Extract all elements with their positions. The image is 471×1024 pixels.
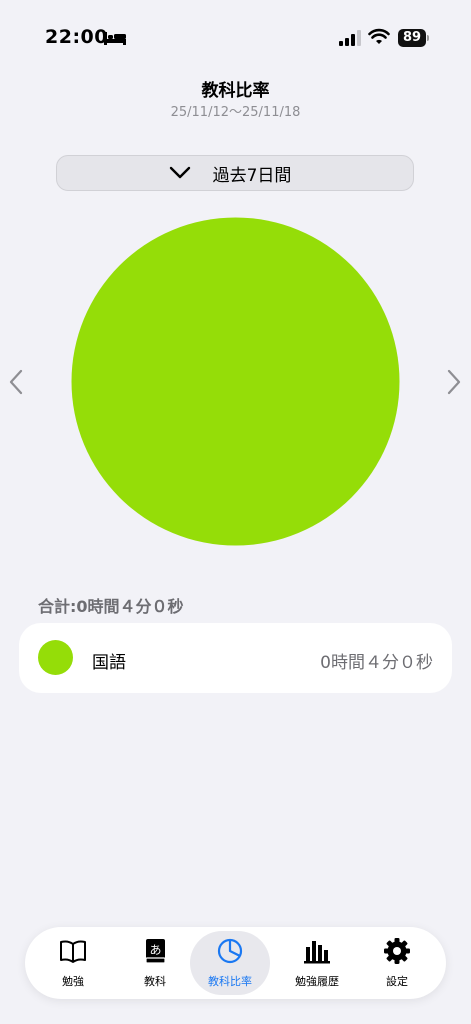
subject-time: 0時間４分０秒: [320, 653, 433, 673]
bar-chart-icon: [304, 941, 330, 964]
chevron-right-icon[interactable]: [444, 368, 464, 396]
battery-indicator: 89: [398, 29, 426, 47]
tab-subject-ratio[interactable]: 教科比率: [190, 931, 270, 995]
status-bar: 22:00 89: [0, 0, 471, 60]
status-time: 22:00: [45, 26, 108, 48]
legend-row[interactable]: 国語 0時間４分０秒: [19, 623, 452, 693]
book-icon: [60, 940, 86, 963]
chevron-down-icon: [169, 166, 190, 179]
signal-icon: [339, 30, 361, 46]
tab-bar: 勉強 あ 教科 教科比率 勉強履歴 設定: [25, 927, 446, 999]
subject-book-icon: あ: [145, 939, 166, 964]
subject-color-dot: [38, 640, 73, 675]
tab-subjects[interactable]: あ 教科: [115, 927, 195, 999]
period-selector[interactable]: 過去7日間: [56, 155, 414, 191]
subject-name: 国語: [92, 653, 126, 673]
pie-chart-icon: [217, 938, 243, 964]
bed-icon: [104, 32, 126, 45]
tab-label: 設定: [386, 975, 408, 988]
tab-label: 教科: [144, 975, 166, 988]
total-time: 合計:0時間４分０秒: [38, 597, 184, 616]
tab-study[interactable]: 勉強: [33, 927, 113, 999]
period-label: 過去7日間: [212, 165, 292, 186]
pie-chart: [71, 217, 400, 546]
tab-label: 勉強: [62, 975, 84, 988]
tab-label: 教科比率: [208, 975, 252, 988]
tab-settings[interactable]: 設定: [357, 927, 437, 999]
chevron-left-icon[interactable]: [6, 368, 26, 396]
tab-history[interactable]: 勉強履歴: [277, 927, 357, 999]
svg-text:あ: あ: [149, 943, 161, 957]
pie-slice: [71, 217, 400, 546]
gear-icon: [384, 938, 410, 964]
date-range: 25/11/12～25/11/18: [170, 105, 301, 120]
battery-cap: [427, 35, 429, 41]
wifi-icon: [368, 28, 390, 44]
tab-label: 勉強履歴: [295, 975, 339, 988]
page-title: 教科比率: [201, 81, 270, 101]
